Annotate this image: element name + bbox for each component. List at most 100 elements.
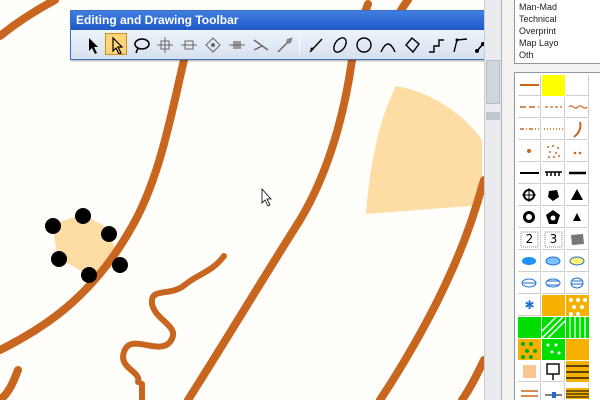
symbol-blue-striped2[interactable] [542, 273, 565, 294]
green-white-stripes-icon [566, 317, 589, 338]
symbol-black-star-ring[interactable] [518, 207, 541, 228]
orange-dots-area-icon [566, 295, 589, 316]
symbol-black-triangle[interactable] [566, 185, 589, 206]
contour-line-3 [0, 16, 200, 354]
brown-chain-icon [545, 106, 562, 108]
symbol-gray-blob[interactable] [566, 229, 589, 250]
vertex-handle [81, 267, 97, 283]
lasso-tool-button[interactable] [129, 33, 151, 55]
edit-pointer-icon [112, 36, 124, 54]
add-vertex-tool-button[interactable] [177, 33, 199, 55]
yellow-blue-ellipse-icon [569, 256, 585, 266]
brown-chain2-icon [568, 105, 588, 109]
straight-line-icon [309, 38, 323, 53]
gray-blob-icon [571, 234, 584, 245]
yellow-area-2-icon [566, 339, 589, 360]
contour-line-5 [376, 176, 484, 400]
symbol-black-pentagon[interactable] [542, 207, 565, 228]
black-bar-icon [569, 171, 586, 175]
symbol-orange-stripes[interactable] [566, 361, 589, 382]
map-canvas[interactable] [0, 0, 484, 400]
symbol-brown-dot[interactable] [518, 141, 541, 162]
edit-pointer-tool-button[interactable] [105, 33, 127, 55]
symbol-striped-bar[interactable] [566, 383, 589, 400]
bezier-icon [453, 38, 468, 53]
blue-striped3-icon [570, 277, 584, 289]
document-list-item[interactable]: Overprint [519, 26, 556, 36]
symbol-black-line[interactable] [518, 163, 541, 184]
delete-vertex-tool-button[interactable] [225, 33, 247, 55]
circle-tool-button[interactable] [352, 33, 374, 55]
rotate-tool-button[interactable] [201, 33, 223, 55]
brown-dash-icon [520, 106, 539, 108]
ellipse-tool-button[interactable] [328, 33, 350, 55]
yellow-area-icon [542, 75, 565, 96]
symbol-white-post[interactable] [542, 361, 565, 382]
symbol-brown-curve[interactable] [566, 119, 589, 140]
symbol-black-triangle-small[interactable] [566, 207, 589, 228]
symbol-yellow-area-2[interactable] [566, 339, 589, 360]
circle-icon [356, 37, 372, 53]
symbol-blue-striped[interactable] [518, 273, 541, 294]
symbol-yellow-blue-ellipse[interactable] [566, 251, 589, 272]
green-hatch-icon [542, 317, 565, 338]
symbol-orange-dots-area[interactable] [566, 295, 589, 316]
green-dots-area-icon [542, 339, 565, 360]
green-area-icon [518, 317, 541, 338]
symbol-palette[interactable]: 2 3 ✱ [514, 72, 600, 400]
symbol-brown-dotline[interactable] [542, 119, 565, 140]
symbol-green-white-stripes[interactable] [566, 317, 589, 338]
symbol-brown-tiny-dots[interactable] [566, 141, 589, 162]
symbol-blue-ellipse-outline[interactable] [542, 251, 565, 272]
symbol-tan-square[interactable] [518, 361, 541, 382]
symbol-brown-double[interactable] [518, 383, 541, 400]
polygon-icon [405, 37, 420, 54]
symbol-yellow-area[interactable] [542, 75, 565, 96]
vertex-handle [75, 208, 91, 224]
symbol-brown-chain2[interactable] [566, 97, 589, 118]
curve-tool-button[interactable] [376, 33, 398, 55]
straight-line-tool-button[interactable] [304, 33, 326, 55]
symbol-black-comb[interactable] [542, 163, 565, 184]
symbol-black-cross[interactable] [518, 185, 541, 206]
symbol-orange-area[interactable] [542, 295, 565, 316]
brown-curve-icon [573, 121, 582, 138]
symbol-brown-line[interactable] [518, 75, 541, 96]
symbol-black-bar[interactable] [566, 163, 589, 184]
symbol-black-blob[interactable] [542, 185, 565, 206]
document-list-item[interactable]: Man-Mad [519, 2, 557, 12]
move-vertex-tool-button[interactable] [153, 33, 175, 55]
symbol-yellow-green-dots[interactable] [518, 339, 541, 360]
black-comb-icon [545, 171, 562, 176]
cut-path-tool-button[interactable] [249, 33, 271, 55]
polygon-tool-button[interactable] [400, 33, 422, 55]
reshape-tool-button[interactable] [273, 33, 295, 55]
select-arrow-tool-button[interactable] [81, 33, 103, 55]
bezier-tool-button[interactable] [448, 33, 470, 55]
toolbar-separator [299, 34, 300, 54]
empty-icon [566, 75, 589, 96]
symbol-text-3[interactable]: 3 [542, 229, 565, 250]
step-line-tool-button[interactable] [424, 33, 446, 55]
symbol-blue-mark[interactable] [542, 383, 565, 400]
scrollbar-thumb[interactable] [486, 60, 500, 104]
document-list-item[interactable]: Technical [519, 14, 557, 24]
symbol-brown-chain[interactable] [542, 97, 565, 118]
curve-icon [380, 43, 396, 53]
symbol-brown-dash[interactable] [518, 97, 541, 118]
symbol-brown-dotdash[interactable] [518, 119, 541, 140]
symbol-brown-dots-area[interactable] [542, 141, 565, 162]
symbol-text-2[interactable]: 2 [518, 229, 541, 250]
document-list-item[interactable]: Oth [519, 50, 534, 60]
symbol-empty[interactable] [566, 75, 589, 96]
symbol-green-dots-area[interactable] [542, 339, 565, 360]
symbol-blue-striped3[interactable] [566, 273, 589, 294]
symbol-blue-asterisk[interactable]: ✱ [518, 295, 541, 316]
vertical-scrollbar[interactable] [484, 0, 501, 400]
document-list-item[interactable]: Map Layo [519, 38, 559, 48]
symbol-blue-ellipse[interactable] [518, 251, 541, 272]
brown-tiny-dots-icon [573, 151, 582, 155]
document-list[interactable]: Man-Mad Technical Overprint Map Layo Oth [514, 0, 600, 64]
symbol-green-area[interactable] [518, 317, 541, 338]
symbol-green-hatch[interactable] [542, 317, 565, 338]
